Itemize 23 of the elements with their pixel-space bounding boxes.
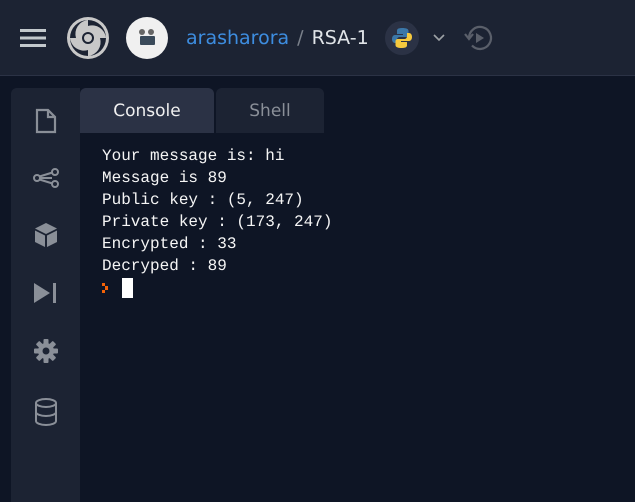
cube-icon[interactable] — [34, 222, 58, 248]
path-separator: / — [297, 26, 304, 48]
share-icon[interactable] — [32, 168, 58, 188]
console-output-line: Private key : (173, 247) — [102, 212, 334, 233]
prompt-icon — [102, 283, 110, 293]
console-output-line: Encrypted : 33 — [102, 234, 238, 255]
settings-icon[interactable] — [32, 338, 58, 364]
avatar-icon[interactable] — [126, 16, 168, 58]
console-output-line: Public key : (5, 247) — [102, 190, 305, 211]
console-output-line: Message is 89 — [102, 168, 228, 189]
tab[interactable]: Shell — [216, 88, 324, 133]
file-icon[interactable] — [34, 108, 56, 134]
tab[interactable]: Console — [80, 88, 214, 133]
step-forward-icon[interactable] — [34, 282, 58, 304]
database-icon[interactable] — [34, 398, 58, 426]
python-icon[interactable] — [384, 20, 419, 54]
menu-icon[interactable] — [20, 28, 46, 46]
console-output-line: Decryped : 89 — [102, 256, 228, 277]
repl-name[interactable]: RSA-1 — [312, 26, 369, 48]
caret-icon[interactable] — [432, 34, 445, 42]
owner-link[interactable]: arasharora — [186, 26, 290, 48]
console-output-line: Your message is: hi — [102, 146, 286, 167]
swirl-logo-icon[interactable] — [66, 16, 110, 60]
